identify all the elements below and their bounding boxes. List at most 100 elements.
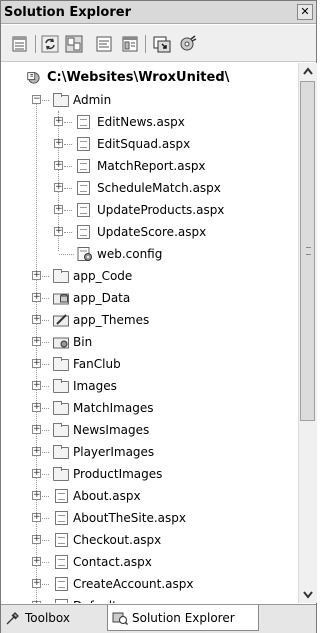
solution-explorer-panel: Solution Explorer ✕ C:\Websites\WroxUnit… xyxy=(0,0,317,633)
tree-item-label: app_Themes xyxy=(73,313,150,327)
tree-item-file[interactable]: + EditNews.aspx xyxy=(1,111,297,133)
toolbar-separator xyxy=(35,35,36,53)
expand-icon[interactable]: + xyxy=(54,183,63,192)
view-designer-icon[interactable] xyxy=(121,35,139,53)
folder-icon xyxy=(53,423,69,437)
tree-item-folder[interactable]: + PlayerImages xyxy=(1,441,297,463)
aspx-file-icon xyxy=(55,511,68,525)
expand-icon[interactable]: + xyxy=(32,293,41,302)
folder-open-icon xyxy=(53,93,69,107)
tree-item-file[interactable]: + EditSquad.aspx xyxy=(1,133,297,155)
tree-item-file[interactable]: + ScheduleMatch.aspx xyxy=(1,177,297,199)
tree-root[interactable]: C:\Websites\WroxUnited\ xyxy=(1,67,297,89)
web-site-icon xyxy=(27,72,40,84)
tree-item-folder[interactable]: + Bin xyxy=(1,331,297,353)
tree-connector xyxy=(59,254,74,255)
expand-icon[interactable]: + xyxy=(32,425,41,434)
expand-icon[interactable]: + xyxy=(32,337,41,346)
expand-icon[interactable]: + xyxy=(54,205,63,214)
tree-item-label: UpdateProducts.aspx xyxy=(97,203,225,217)
expand-icon[interactable]: + xyxy=(32,271,41,280)
tree-item-file[interactable]: + UpdateScore.aspx xyxy=(1,221,297,243)
expand-icon[interactable]: + xyxy=(54,161,63,170)
tree-item-folder[interactable]: + NewsImages xyxy=(1,419,297,441)
refresh-icon[interactable] xyxy=(41,35,59,53)
tree-item-file[interactable]: + MatchReport.aspx xyxy=(1,155,297,177)
tree-item-label: EditSquad.aspx xyxy=(97,137,191,151)
config-file-icon xyxy=(77,247,92,261)
tree-item-label: EditNews.aspx xyxy=(97,115,185,129)
nest-related-files-icon[interactable] xyxy=(65,35,83,53)
scroll-thumb[interactable] xyxy=(300,81,315,421)
tree-item-folder[interactable]: + ProductImages xyxy=(1,463,297,485)
expand-icon[interactable]: + xyxy=(32,601,41,603)
expand-icon[interactable]: + xyxy=(54,139,63,148)
tree-connector xyxy=(64,232,72,233)
vertical-scrollbar[interactable] xyxy=(298,63,317,603)
expand-icon[interactable]: + xyxy=(32,447,41,456)
expand-icon[interactable]: + xyxy=(32,469,41,478)
tab-solution-explorer[interactable]: Solution Explorer xyxy=(107,605,259,631)
tree-item-folder[interactable]: + MatchImages xyxy=(1,397,297,419)
themes-folder-icon xyxy=(53,314,69,327)
tree-item-label: ScheduleMatch.aspx xyxy=(97,181,221,195)
tree-item-file[interactable]: web.config xyxy=(1,243,297,265)
close-icon: ✕ xyxy=(300,5,310,18)
tree-item-folder[interactable]: + FanClub xyxy=(1,353,297,375)
expand-icon[interactable]: + xyxy=(32,535,41,544)
aspx-file-icon xyxy=(55,489,68,503)
tree-item-folder[interactable]: + app_Code xyxy=(1,265,297,287)
tree-item-file[interactable]: + About.aspx xyxy=(1,485,297,507)
expand-icon[interactable]: + xyxy=(32,403,41,412)
aspx-file-icon xyxy=(77,115,90,129)
tree-connector xyxy=(42,496,49,497)
tree-connector xyxy=(64,166,72,167)
expand-icon[interactable]: + xyxy=(32,315,41,324)
expand-icon[interactable]: + xyxy=(32,513,41,522)
tree-item-file[interactable]: + Contact.aspx xyxy=(1,551,297,573)
tree-connector xyxy=(42,298,49,299)
tree-connector xyxy=(42,320,49,321)
tree-item-label: FanClub xyxy=(73,357,121,371)
expand-icon[interactable]: + xyxy=(32,491,41,500)
chevron-up-icon xyxy=(303,67,313,75)
tree-item-file[interactable]: + UpdateProducts.aspx xyxy=(1,199,297,221)
tree-item-folder[interactable]: + app_Data xyxy=(1,287,297,309)
bin-folder-icon xyxy=(53,337,69,349)
tree-connector xyxy=(42,540,49,541)
asp-net-configuration-icon[interactable] xyxy=(179,35,197,53)
tree-connector xyxy=(42,430,49,431)
tree-item-file[interactable]: + Checkout.aspx xyxy=(1,529,297,551)
tree-item-label: MatchImages xyxy=(73,401,154,415)
expand-icon[interactable]: + xyxy=(32,381,41,390)
scroll-up-button[interactable] xyxy=(299,63,317,80)
properties-icon[interactable] xyxy=(11,35,29,53)
expand-icon[interactable]: + xyxy=(32,579,41,588)
expand-icon[interactable]: + xyxy=(54,117,63,126)
scroll-down-button[interactable] xyxy=(299,586,317,603)
tree-item-file[interactable]: + AboutTheSite.aspx xyxy=(1,507,297,529)
tree-item-folder[interactable]: + Images xyxy=(1,375,297,397)
tree-item-label: AboutTheSite.aspx xyxy=(73,511,186,525)
close-button[interactable]: ✕ xyxy=(297,4,313,20)
tab-toolbox[interactable]: Toolbox xyxy=(1,605,105,631)
toolbar-separator xyxy=(145,35,146,53)
folder-icon xyxy=(53,379,69,393)
folder-icon xyxy=(53,357,69,371)
tool-window-tabs: Toolbox Solution Explorer xyxy=(1,604,316,633)
tree-connector xyxy=(64,210,72,211)
view-code-icon[interactable] xyxy=(95,35,113,53)
expand-icon[interactable]: + xyxy=(32,557,41,566)
expand-icon[interactable]: + xyxy=(54,227,63,236)
tree-item-label: ProductImages xyxy=(73,467,163,481)
tree-item-admin[interactable]: − Admin xyxy=(1,89,297,111)
copy-web-site-icon[interactable] xyxy=(153,35,171,53)
tree-item-file[interactable]: + CreateAccount.aspx xyxy=(1,573,297,595)
collapse-icon[interactable]: − xyxy=(32,95,41,104)
panel-titlebar: Solution Explorer ✕ xyxy=(1,1,316,24)
tree-item-file[interactable]: + Default.aspx xyxy=(1,595,297,603)
tree-item-folder[interactable]: + app_Themes xyxy=(1,309,297,331)
tree-connector xyxy=(42,452,49,453)
expand-icon[interactable]: + xyxy=(32,359,41,368)
data-folder-icon xyxy=(53,293,69,305)
